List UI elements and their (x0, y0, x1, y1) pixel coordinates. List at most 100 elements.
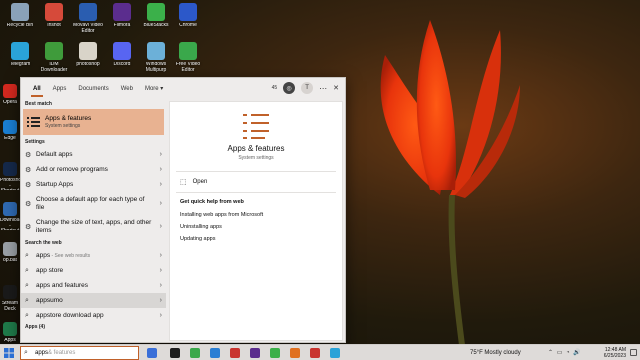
app-icon (45, 42, 63, 60)
ellipsis-icon[interactable]: ⋯ (319, 84, 327, 93)
desktop-icon[interactable]: Telegram (2, 42, 38, 74)
desktop-icon[interactable]: Photoshop - Shortcut (0, 162, 20, 190)
clock-date: 6/25/2023 (603, 353, 626, 359)
taskbar-app-icon[interactable] (230, 348, 240, 358)
notification-icon[interactable] (630, 349, 637, 356)
web-result-item[interactable]: ⌕ appsumo › (21, 293, 166, 308)
taskbar-app-icon[interactable] (330, 348, 340, 358)
open-label: Open (192, 179, 208, 185)
settings-item[interactable]: ⚙ Change the size of text, apps, and oth… (21, 215, 166, 238)
app-icon (3, 322, 17, 336)
settings-item[interactable]: ⚙ Default apps › (21, 147, 166, 162)
desktop-icon-label: photoshop (76, 62, 100, 67)
desktop-icon[interactable]: IDM Downloader (36, 42, 72, 74)
app-icon (3, 285, 17, 299)
desktop-icon[interactable]: Free Video Editor (170, 42, 206, 74)
taskbar-app-icon[interactable] (190, 348, 200, 358)
settings-item[interactable]: ⚙ Add or remove programs › (21, 162, 166, 177)
search-tabs: All Apps Documents Web More ▾ 45 ◎ T ⋯ ✕ (21, 78, 345, 100)
points-count[interactable]: 45 (272, 85, 278, 91)
desktop-icon[interactable]: photoshop (70, 42, 106, 74)
taskbar-app-icon[interactable] (210, 348, 220, 358)
chevron-right-icon: › (159, 282, 162, 289)
app-icon (11, 42, 29, 60)
settings-icon: ⚙ (25, 200, 32, 208)
windows-start-icon[interactable] (4, 348, 14, 358)
desktop-icon[interactable]: Discord (104, 42, 140, 74)
desktop-icon[interactable]: Opera (0, 84, 20, 112)
app-icon (179, 3, 197, 21)
app-icon (11, 3, 29, 21)
best-match-heading: Best match (25, 101, 52, 107)
desktop-icon-label: Recycle Bin (6, 23, 34, 28)
desktop-icon[interactable]: Windows Multipurp (138, 42, 174, 74)
search-icon: ⌕ (25, 311, 29, 319)
desktop-icon[interactable]: Stream Deck (0, 285, 20, 313)
taskbar-app-icon[interactable] (310, 348, 320, 358)
preview-pane: Apps & features System settings ⬚ Open G… (169, 101, 343, 341)
taskbar-app-icon[interactable] (170, 348, 180, 358)
taskbar-app-icon[interactable] (270, 348, 280, 358)
desktop-icon[interactable]: Filmora (104, 3, 140, 35)
open-icon: ⬚ (180, 179, 187, 186)
desktop-icon[interactable]: Chrome (170, 3, 206, 35)
desktop-icon-label: BlueStacks (143, 23, 169, 28)
tab-documents[interactable]: Documents (72, 78, 114, 100)
desktop-icon[interactable]: Recycle Bin (2, 3, 38, 35)
web-result-item[interactable]: ⌕ appstore download app › (21, 308, 166, 323)
chevron-right-icon: › (159, 166, 162, 173)
best-match-item[interactable]: Apps & features System settings (23, 109, 164, 135)
app-icon (147, 3, 165, 21)
settings-icon: ⚙ (25, 181, 32, 189)
taskbar-app-icon[interactable] (147, 348, 157, 358)
desktop-icon-label: Inshot (47, 23, 61, 28)
web-result-item[interactable]: ⌕ apps - See web results › (21, 248, 166, 263)
taskbar-search-input[interactable]: ⌕ apps& features (20, 346, 139, 360)
tab-apps[interactable]: Apps (47, 78, 73, 100)
tab-all[interactable]: All (27, 78, 47, 100)
web-result-item[interactable]: ⌕ apps and features › (21, 278, 166, 293)
help-heading: Get quick help from web (180, 199, 244, 205)
desktop-icon-label: Downloads - Shortcut (0, 218, 20, 230)
app-icon (113, 3, 131, 21)
desktop-icon[interactable]: op.bat (0, 242, 20, 270)
help-link[interactable]: Updating apps (170, 233, 342, 245)
desktop-icon[interactable]: Movavi Video Editor (70, 3, 106, 35)
desktop-icon[interactable]: BlueStacks (138, 3, 174, 35)
chevron-right-icon: › (159, 181, 162, 188)
desktop-icon[interactable]: Inshot (36, 3, 72, 35)
settings-item[interactable]: ⚙ Startup Apps › (21, 177, 166, 192)
app-icon (79, 42, 97, 60)
desktop-icon-label: Chrome (179, 23, 197, 28)
search-icon: ⌕ (25, 266, 29, 274)
results-list: Best match Apps & features System settin… (21, 100, 166, 344)
system-tray[interactable]: ⌃ ▭ ◔ 🔊 (548, 345, 582, 360)
settings-item[interactable]: ⚙ Choose a default app for each type of … (21, 192, 166, 215)
chevron-right-icon: › (159, 252, 162, 259)
desktop-icon[interactable]: Downloads - Shortcut (0, 202, 20, 230)
help-link[interactable]: Uninstalling apps (170, 221, 342, 233)
chevron-right-icon: › (159, 297, 162, 304)
desktop-icon-label: Photoshop - Shortcut (0, 178, 20, 190)
taskbar-app-icon[interactable] (250, 348, 260, 358)
chevron-right-icon: › (159, 312, 162, 319)
search-icon: ⌕ (24, 349, 28, 356)
apps-features-icon (27, 116, 40, 128)
web-result-item[interactable]: ⌕ app store › (21, 263, 166, 278)
rewards-icon[interactable]: ◎ (283, 82, 296, 94)
apps-features-large-icon (241, 112, 271, 140)
tab-more[interactable]: More ▾ (139, 78, 169, 100)
app-icon (179, 42, 197, 60)
settings-icon: ⚙ (25, 151, 32, 159)
desktop-icon[interactable]: Edge (0, 120, 20, 148)
weather-widget[interactable]: 75°F Mostly cloudy (470, 345, 521, 360)
search-icon: ⌕ (25, 281, 29, 289)
avatar[interactable]: T (301, 82, 314, 94)
tab-web[interactable]: Web (115, 78, 139, 100)
app-icon (3, 120, 17, 134)
open-button[interactable]: ⬚ Open (170, 172, 342, 192)
help-link[interactable]: Installing web apps from Microsoft (170, 209, 342, 221)
close-icon[interactable]: ✕ (333, 84, 339, 92)
clock[interactable]: 12:48 AM 6/25/2023 (604, 347, 626, 359)
taskbar-app-icon[interactable] (290, 348, 300, 358)
